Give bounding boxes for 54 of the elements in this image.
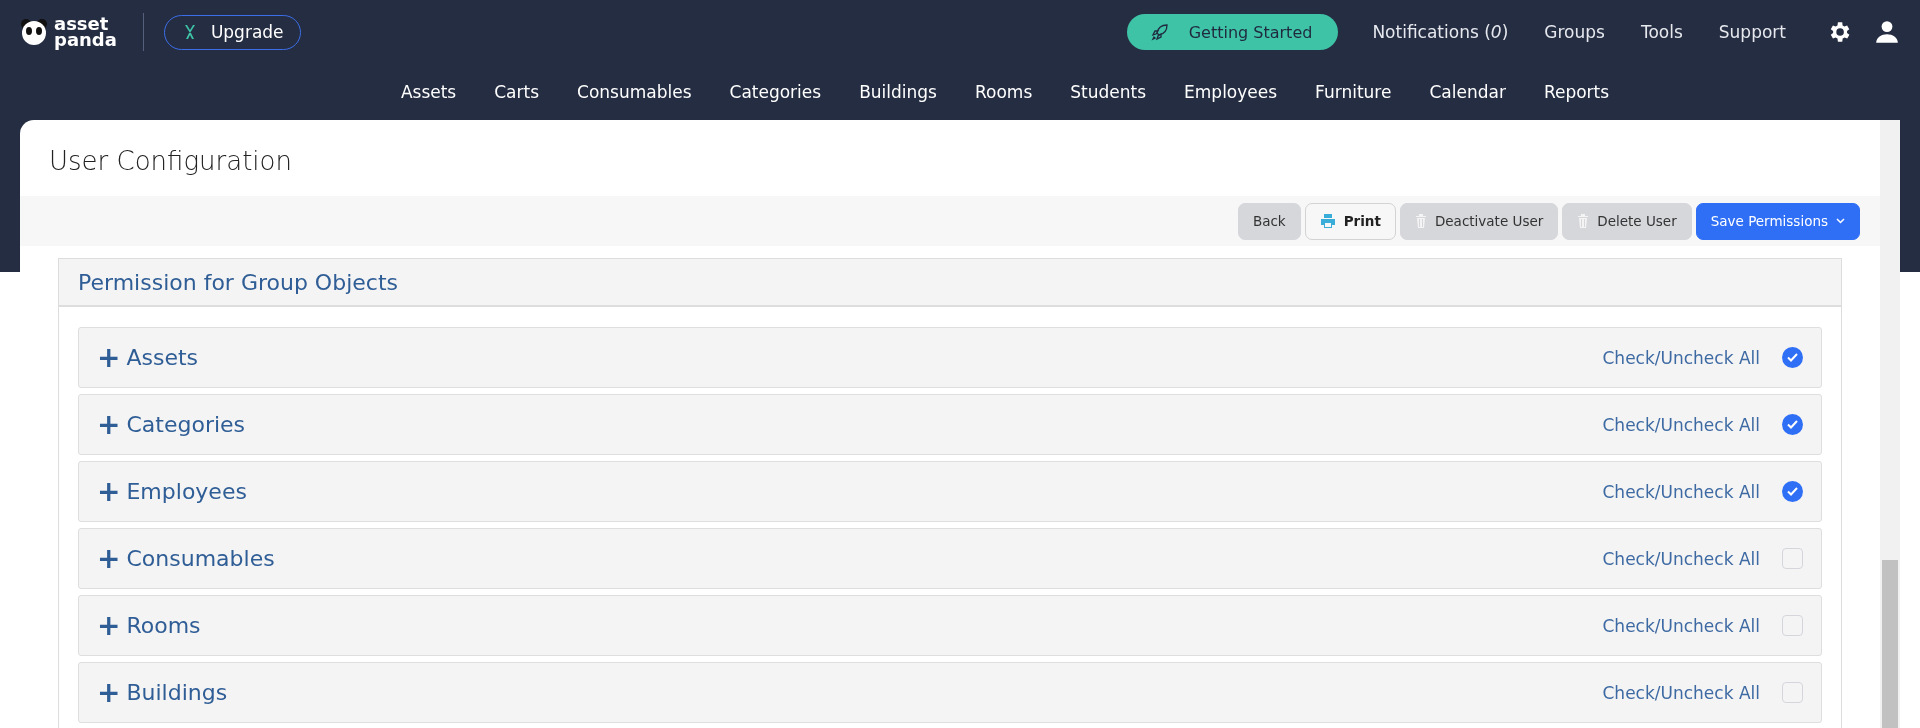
- checkbox[interactable]: [1782, 548, 1803, 569]
- check-all-label: Check/Uncheck All: [1602, 347, 1760, 368]
- brand-name: asset panda: [54, 16, 117, 48]
- chevron-down-icon: [1836, 218, 1845, 224]
- notifications-link[interactable]: Notifications (0): [1372, 22, 1509, 42]
- checkbox[interactable]: [1782, 615, 1803, 636]
- check-all-label: Check/Uncheck All: [1602, 414, 1760, 435]
- group-expander[interactable]: + Employees: [97, 475, 247, 508]
- main-nav-link[interactable]: Carts: [494, 82, 540, 102]
- trash-icon: [1414, 213, 1427, 229]
- group-expander[interactable]: + Consumables: [97, 542, 275, 575]
- group-expander[interactable]: + Assets: [97, 341, 199, 374]
- printer-icon: [1319, 213, 1336, 229]
- check-all-label: Check/Uncheck All: [1602, 548, 1760, 569]
- main-nav-link[interactable]: Consumables: [577, 82, 692, 102]
- rocket-icon: [1150, 23, 1169, 41]
- action-button[interactable]: Print: [1304, 202, 1396, 240]
- scrollbar[interactable]: [1880, 120, 1900, 728]
- user-icon[interactable]: [1874, 19, 1900, 45]
- top-nav-link[interactable]: Support: [1718, 22, 1786, 42]
- check-all-label: Check/Uncheck All: [1602, 615, 1760, 636]
- trash-icon: [1577, 213, 1590, 229]
- action-button[interactable]: Deactivate User: [1399, 202, 1559, 240]
- main-nav-link[interactable]: Buildings: [859, 82, 937, 102]
- main-nav-link[interactable]: Categories: [729, 82, 822, 102]
- top-nav-link[interactable]: Tools: [1640, 22, 1683, 42]
- check-all-label: Check/Uncheck All: [1602, 481, 1760, 502]
- main-nav-link[interactable]: Reports: [1543, 82, 1610, 102]
- sprout-icon: [182, 24, 197, 40]
- checkbox[interactable]: [1782, 414, 1803, 435]
- checkbox[interactable]: [1782, 682, 1803, 703]
- group-expander[interactable]: + Rooms: [97, 609, 201, 642]
- group-expander[interactable]: + Buildings: [97, 676, 228, 709]
- panel-title: Permission for Group Objects: [78, 269, 398, 295]
- top-nav-link[interactable]: Groups: [1544, 22, 1605, 42]
- main-nav-link[interactable]: Furniture: [1315, 82, 1392, 102]
- panda-logo-icon: [20, 18, 48, 46]
- getting-started-button[interactable]: Getting Started: [1126, 14, 1339, 50]
- action-button[interactable]: Back: [1237, 202, 1301, 240]
- checkbox[interactable]: [1782, 481, 1803, 502]
- check-icon: [1787, 420, 1798, 429]
- main-nav-link[interactable]: Rooms: [975, 82, 1033, 102]
- main-nav-link[interactable]: Students: [1070, 82, 1147, 102]
- check-all-label: Check/Uncheck All: [1602, 682, 1760, 703]
- check-icon: [1787, 487, 1798, 496]
- group-expander[interactable]: + Categories: [97, 408, 246, 441]
- save-permissions-button[interactable]: Save Permissions: [1695, 202, 1860, 240]
- check-icon: [1787, 353, 1798, 362]
- action-button[interactable]: Delete User: [1562, 202, 1692, 240]
- page-title: User Configuration: [48, 145, 293, 178]
- main-nav-link[interactable]: Assets: [400, 82, 457, 102]
- main-nav-link[interactable]: Calendar: [1429, 82, 1506, 102]
- main-nav-link[interactable]: Employees: [1184, 82, 1278, 102]
- checkbox[interactable]: [1782, 347, 1803, 368]
